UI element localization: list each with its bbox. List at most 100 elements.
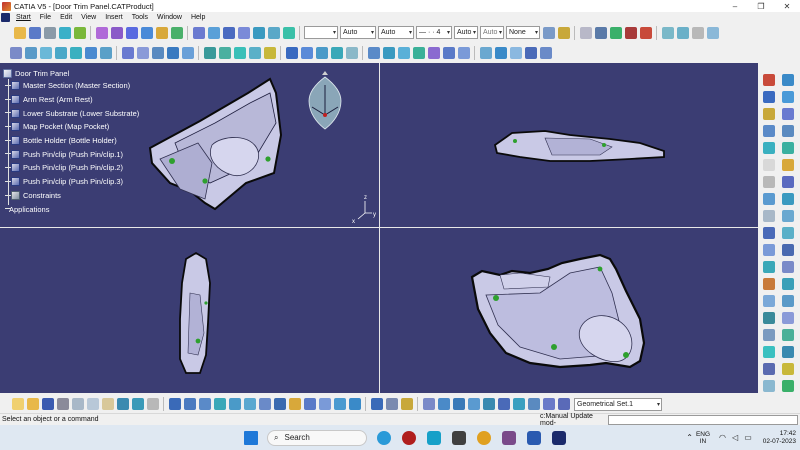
set-icon[interactable] bbox=[557, 398, 570, 410]
knowledge-icon[interactable] bbox=[782, 362, 794, 375]
curve-icon[interactable] bbox=[763, 243, 775, 256]
blend-icon[interactable] bbox=[782, 158, 794, 171]
shell-icon[interactable] bbox=[782, 243, 794, 256]
mesh-icon[interactable] bbox=[763, 328, 775, 341]
join-icon[interactable] bbox=[782, 124, 794, 137]
thickness-icon[interactable] bbox=[782, 260, 794, 273]
color-combo[interactable]: ▾ bbox=[304, 26, 338, 39]
menu-view[interactable]: View bbox=[77, 14, 101, 21]
close-button[interactable]: ✕ bbox=[774, 0, 800, 12]
measure-icon[interactable] bbox=[763, 345, 775, 358]
axis-icon[interactable] bbox=[43, 26, 56, 39]
spline-icon[interactable] bbox=[427, 46, 440, 59]
catia-menu-logo-icon[interactable] bbox=[1, 13, 10, 22]
check-icon[interactable] bbox=[624, 26, 637, 39]
word-icon[interactable] bbox=[526, 430, 541, 445]
assemble-icon[interactable] bbox=[300, 46, 313, 59]
groove-icon[interactable] bbox=[140, 26, 153, 39]
pen-icon[interactable] bbox=[542, 26, 555, 39]
swap-icon[interactable] bbox=[676, 26, 689, 39]
sweep-icon[interactable] bbox=[222, 26, 235, 39]
chevron-up-icon[interactable]: ⌃ bbox=[686, 433, 693, 442]
visibility-combo[interactable]: None ▾ bbox=[506, 26, 540, 39]
law-icon[interactable] bbox=[594, 26, 607, 39]
fly-mode-icon[interactable] bbox=[168, 398, 181, 410]
constraint-icon[interactable] bbox=[763, 294, 775, 307]
pattern-icon[interactable] bbox=[479, 46, 492, 59]
tree-item-constraints[interactable]: Constraints bbox=[3, 189, 139, 203]
split-icon[interactable] bbox=[782, 107, 794, 120]
tree-item-map-pocket[interactable]: Map Pocket (Map Pocket) bbox=[3, 120, 139, 134]
battery-icon[interactable]: ▭ bbox=[744, 433, 752, 442]
extrude-icon[interactable] bbox=[763, 107, 775, 120]
menu-help[interactable]: Help bbox=[187, 14, 210, 21]
game-icon[interactable] bbox=[501, 430, 516, 445]
catalog-icon[interactable] bbox=[782, 345, 794, 358]
snapshot-icon[interactable] bbox=[691, 26, 704, 39]
tree-item-push-pin-1[interactable]: Push Pin/clip (Push Pin/clip.1) bbox=[3, 147, 139, 161]
body-icon[interactable] bbox=[285, 46, 298, 59]
helix-icon[interactable] bbox=[412, 46, 425, 59]
affinity-icon[interactable] bbox=[181, 46, 194, 59]
tree-item-bottle-holder[interactable]: Bottle Holder (Bottle Holder) bbox=[3, 134, 139, 148]
catia-taskbar-icon[interactable] bbox=[551, 430, 566, 445]
trim-icon[interactable] bbox=[782, 209, 794, 222]
trim-icon[interactable] bbox=[39, 46, 52, 59]
draft-icon[interactable] bbox=[203, 46, 216, 59]
intersect-icon[interactable] bbox=[315, 46, 328, 59]
remove-lump-icon[interactable] bbox=[345, 46, 358, 59]
line-type-combo[interactable]: Auto ▾ bbox=[340, 26, 376, 39]
fit-all-icon[interactable] bbox=[183, 398, 196, 410]
union-trim-icon[interactable] bbox=[330, 46, 343, 59]
chrome-icon[interactable] bbox=[476, 430, 491, 445]
ordered-set-icon[interactable] bbox=[527, 398, 540, 410]
menu-insert[interactable]: Insert bbox=[101, 14, 128, 21]
clock[interactable]: 17:42 02-07-2023 bbox=[763, 430, 796, 446]
pad-icon[interactable] bbox=[95, 26, 108, 39]
pan-icon[interactable] bbox=[198, 398, 211, 410]
tree-item-push-pin-2[interactable]: Push Pin/clip (Push Pin/clip.2) bbox=[3, 161, 139, 175]
whats-this-icon[interactable] bbox=[146, 398, 159, 410]
wifi-icon[interactable]: ◠ bbox=[719, 433, 726, 442]
healing-icon[interactable] bbox=[69, 46, 82, 59]
shaft-icon[interactable] bbox=[125, 26, 138, 39]
save-icon[interactable] bbox=[41, 398, 54, 410]
sphere-icon[interactable] bbox=[524, 46, 537, 59]
menu-start[interactable]: Start bbox=[12, 14, 36, 21]
formula-icon[interactable] bbox=[579, 26, 592, 39]
multi-section-icon[interactable] bbox=[252, 26, 265, 39]
analysis-icon[interactable] bbox=[763, 209, 775, 222]
offset-icon[interactable] bbox=[282, 26, 295, 39]
print-icon[interactable] bbox=[706, 26, 719, 39]
multi-view-icon[interactable] bbox=[273, 398, 286, 410]
point-repetition-icon[interactable] bbox=[509, 46, 522, 59]
door-trim-main-view[interactable] bbox=[470, 253, 646, 369]
hide-icon[interactable] bbox=[661, 26, 674, 39]
copy-icon[interactable] bbox=[86, 398, 99, 410]
spline-icon[interactable] bbox=[782, 73, 794, 86]
zoom-in-icon[interactable] bbox=[228, 398, 241, 410]
translate-icon[interactable] bbox=[121, 46, 134, 59]
redo-icon[interactable] bbox=[131, 398, 144, 410]
command-input[interactable] bbox=[608, 414, 798, 425]
catalog-icon[interactable] bbox=[639, 26, 652, 39]
symmetry-icon[interactable] bbox=[782, 311, 794, 324]
volume-icon[interactable]: ◁ bbox=[732, 433, 738, 442]
geometrical-set-icon[interactable] bbox=[422, 398, 435, 410]
tree-item-lower-substrate[interactable]: Lower Substrate (Lower Substrate) bbox=[3, 106, 139, 120]
settings-icon[interactable] bbox=[782, 379, 794, 392]
sketch-tracer-icon[interactable] bbox=[437, 398, 450, 410]
sketch-icon[interactable] bbox=[763, 90, 775, 103]
compass-icon[interactable] bbox=[308, 71, 342, 130]
boundary-icon[interactable] bbox=[99, 46, 112, 59]
circle-icon[interactable] bbox=[442, 46, 455, 59]
cube-view-icon[interactable] bbox=[348, 398, 361, 410]
shell-icon[interactable] bbox=[248, 46, 261, 59]
rib-icon[interactable] bbox=[170, 26, 183, 39]
blend-icon[interactable] bbox=[267, 26, 280, 39]
split-icon[interactable] bbox=[24, 46, 37, 59]
projection-icon[interactable] bbox=[382, 46, 395, 59]
edge-icon[interactable] bbox=[376, 430, 391, 445]
operation-icon[interactable] bbox=[763, 192, 775, 205]
extrude-icon[interactable] bbox=[192, 26, 205, 39]
